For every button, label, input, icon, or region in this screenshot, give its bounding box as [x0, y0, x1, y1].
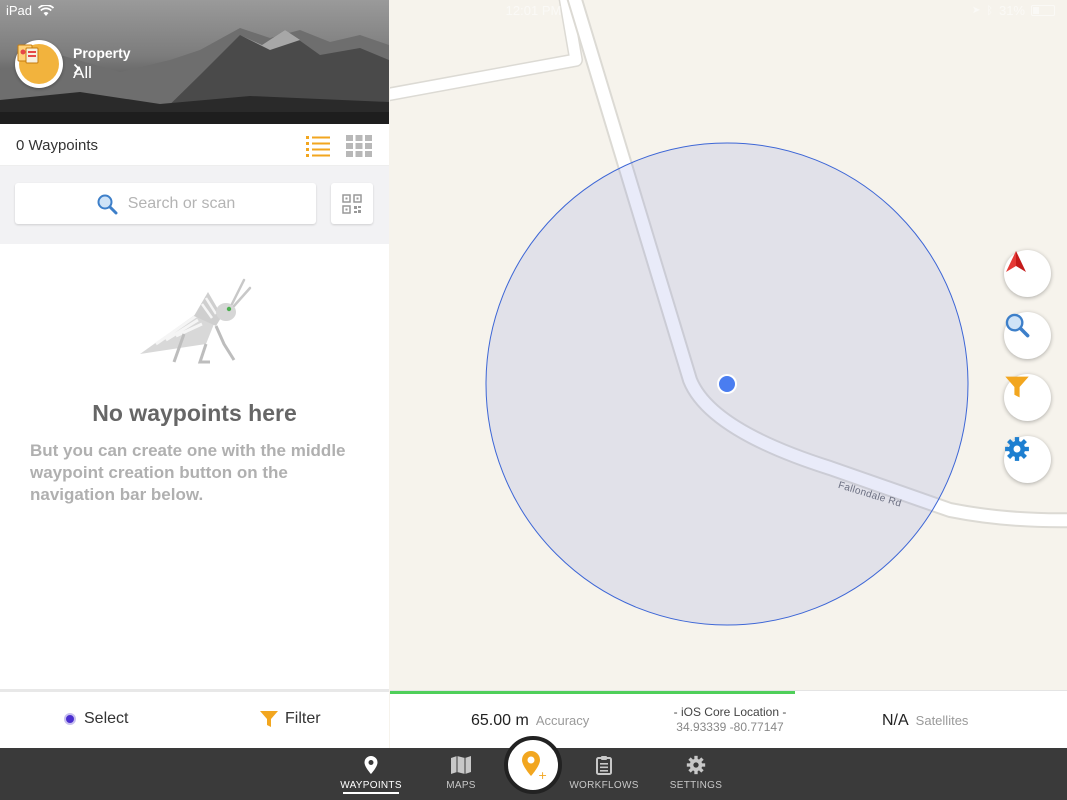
battery-icon	[1031, 5, 1055, 16]
tab-workflows[interactable]: WORKFLOWS	[568, 748, 640, 800]
filter-label: Filter	[285, 710, 321, 727]
grasshopper-illustration	[140, 278, 252, 364]
accuracy-label: Accuracy	[535, 713, 590, 728]
gps-status-bar: 65.00 m Accuracy - iOS Core Location - 3…	[390, 690, 1067, 748]
map-view[interactable]: Fallondale Rd	[390, 0, 1067, 690]
qr-scan-button[interactable]	[331, 183, 373, 224]
status-bar: iPad 12:01 PM ➤ ᛒ 31%	[0, 0, 1067, 22]
list-view-icon[interactable]	[305, 134, 331, 158]
pin-icon	[364, 756, 378, 774]
qr-code-icon	[342, 193, 362, 214]
grid-view-icon[interactable]	[345, 134, 373, 158]
compass-button[interactable]	[1004, 250, 1051, 297]
property-icon	[17, 44, 39, 64]
battery-percent: 31%	[998, 3, 1025, 18]
waypoints-panel: Property All 0 Waypoints Search or scan	[0, 0, 389, 748]
status-time: 12:01 PM	[505, 3, 562, 18]
compass-arrow-icon	[1006, 251, 1026, 272]
map-settings-button[interactable]	[1004, 436, 1051, 483]
tab-maps[interactable]: MAPS	[436, 748, 486, 800]
tab-label: WORKFLOWS	[569, 780, 639, 791]
search-icon	[97, 194, 118, 214]
tab-label: WAYPOINTS	[340, 780, 402, 791]
clipboard-icon	[596, 756, 612, 775]
empty-description: But you can create one with the middle w…	[30, 441, 346, 504]
map-icon	[451, 756, 471, 774]
select-dot-icon	[64, 713, 76, 725]
tab-waypoints[interactable]: WAYPOINTS	[339, 748, 403, 800]
select-label: Select	[84, 710, 129, 727]
search-icon	[1005, 313, 1030, 338]
location-source-name: - iOS Core Location -	[673, 705, 787, 719]
tab-label: MAPS	[446, 780, 476, 791]
tab-settings[interactable]: SETTINGS	[668, 748, 724, 800]
accuracy-value: 65.00 m	[471, 712, 529, 729]
filter-button[interactable]: Filter	[259, 709, 321, 729]
waypoint-count: 0 Waypoints	[16, 137, 98, 154]
empty-title: No waypoints here	[92, 400, 297, 426]
gear-icon	[1005, 437, 1029, 461]
map-search-button[interactable]	[1004, 312, 1051, 359]
satellites-readout: N/A Satellites	[882, 712, 968, 730]
chevron-right-icon	[73, 63, 81, 75]
location-coordinates: 34.93339 -80.77147	[676, 720, 784, 734]
accuracy-readout: 65.00 m Accuracy	[471, 712, 589, 730]
property-avatar[interactable]	[15, 40, 63, 88]
search-placeholder: Search or scan	[127, 194, 236, 212]
gps-progress-bar	[390, 691, 795, 694]
add-waypoint-icon: +	[522, 751, 547, 781]
satellites-value: N/A	[882, 712, 909, 729]
search-area: Search or scan	[0, 166, 389, 244]
filter-icon	[260, 711, 278, 727]
property-label: Property	[73, 45, 131, 61]
gear-icon	[686, 755, 706, 775]
select-button[interactable]: Select	[64, 710, 128, 728]
status-right: ➤ ᛒ 31%	[972, 3, 1055, 18]
map-filter-button[interactable]	[1004, 374, 1051, 421]
location-arrow-icon: ➤	[971, 5, 981, 16]
satellites-label: Satellites	[915, 713, 969, 728]
left-bottom-bar: Select Filter	[0, 689, 389, 748]
tab-label: SETTINGS	[669, 780, 723, 791]
location-source: - iOS Core Location - 34.93339 -80.77147	[660, 705, 800, 735]
filter-icon	[1005, 376, 1029, 398]
property-selector[interactable]: All	[73, 63, 92, 83]
map-canvas	[390, 0, 1067, 626]
bluetooth-icon: ᛒ	[986, 4, 993, 17]
search-input[interactable]: Search or scan	[15, 183, 316, 224]
svg-text:+: +	[538, 769, 547, 781]
create-waypoint-button[interactable]: +	[504, 736, 562, 794]
empty-state: No waypoints here But you can create one…	[0, 244, 389, 689]
